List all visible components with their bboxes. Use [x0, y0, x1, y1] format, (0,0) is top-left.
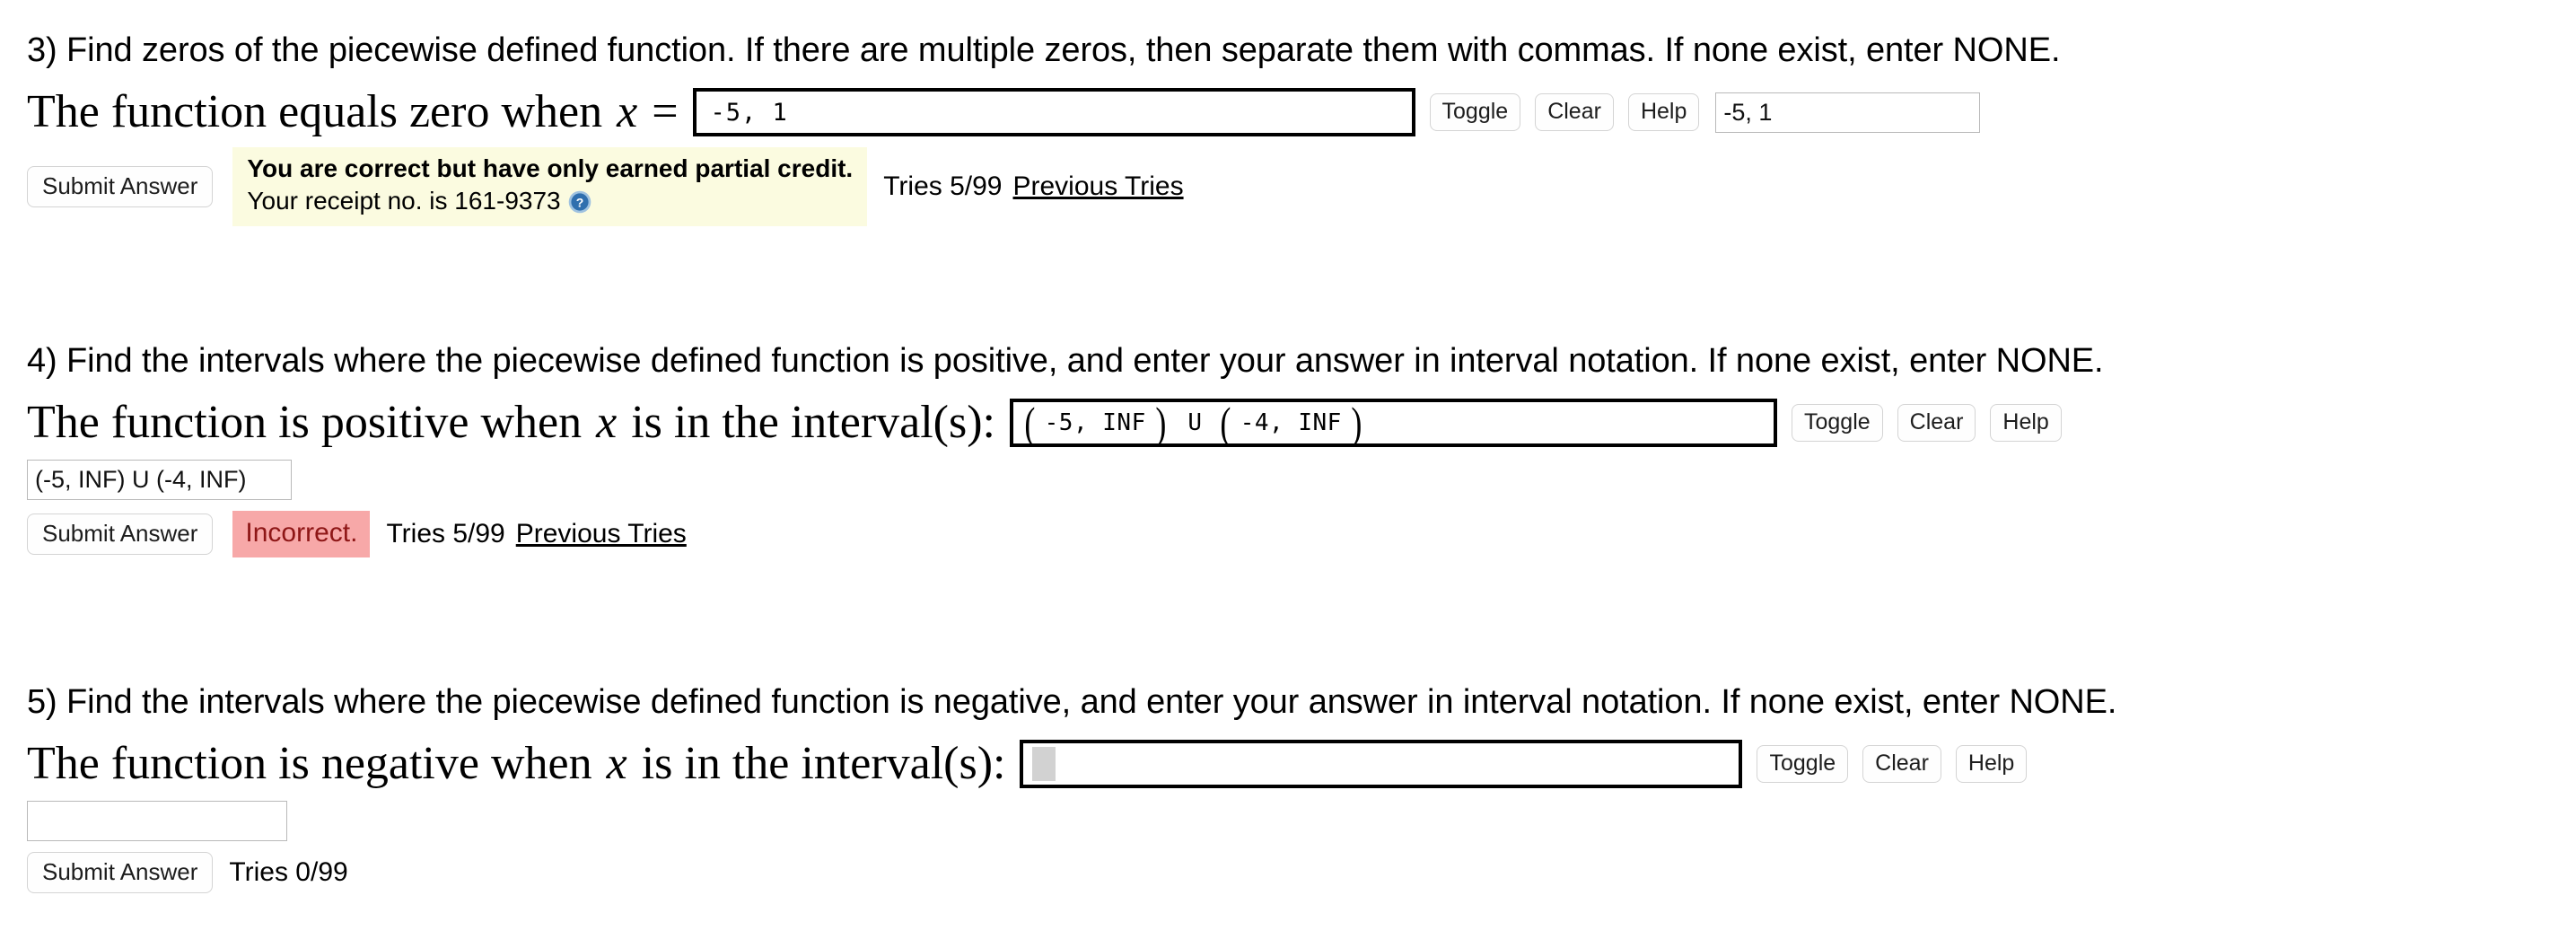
problem-3-toggle-button[interactable]: Toggle — [1429, 93, 1521, 131]
problem-4-math-input[interactable]: ( -5, INF ) U ( -4, INF ) — [1010, 399, 1777, 448]
problem-4-submit-button[interactable]: Submit Answer — [27, 514, 214, 556]
left-paren-icon: ( — [1220, 399, 1231, 448]
problem-4-clear-button[interactable]: Clear — [1897, 404, 1976, 442]
problem-3-echo-input[interactable] — [1715, 92, 1981, 133]
problem-5-echo-row — [0, 801, 2576, 842]
problem-5-statement: 5) Find the intervals where the piecewis… — [27, 683, 2117, 721]
problem-5-prompt-prefix: The function is negative when — [27, 738, 592, 790]
problem-3-prompt-suffix: = — [652, 86, 679, 138]
help-circle-icon[interactable]: ? — [568, 189, 591, 214]
problem-3-clear-button[interactable]: Clear — [1535, 93, 1614, 131]
problem-3-feedback-receipt: Your receipt no. is 161-9373 ? — [247, 185, 853, 217]
problem-3-previous-tries-link[interactable]: Previous Tries — [1013, 171, 1184, 202]
text-cursor-icon — [1032, 747, 1056, 782]
problem-5-submit-row: Submit Answer Tries 0/99 — [0, 852, 2576, 894]
problem-5-prompt: The function is negative when x is in th… — [27, 741, 1020, 787]
problem-5-prompt-suffix: is in the interval(s): — [641, 738, 1006, 790]
right-paren-icon: ) — [1351, 399, 1362, 448]
problem-4-prompt-prefix: The function is positive when — [27, 397, 583, 449]
problem-5-prompt-variable: x — [606, 738, 627, 790]
svg-text:?: ? — [575, 195, 583, 209]
problem-3-feedback-headline: You are correct but have only earned par… — [247, 154, 854, 183]
problem-4-toggle-button[interactable]: Toggle — [1792, 404, 1883, 442]
problem-3-math-input-value: -5, 1 — [710, 98, 788, 127]
problem-3-submit-button[interactable]: Submit Answer — [27, 165, 214, 207]
problem-3-statement: 3) Find zeros of the piecewise defined f… — [27, 31, 2061, 69]
problem-5-answer-row: The function is negative when x is in th… — [0, 740, 2576, 789]
problem-3-prompt-variable: x — [617, 86, 638, 138]
problem-4-tries-count: Tries 5/99 — [386, 519, 505, 549]
homework-page: 3) Find zeros of the piecewise defined f… — [0, 0, 2576, 948]
problem-3-receipt-text: Your receipt no. is 161-9373 — [247, 186, 561, 215]
problem-5-help-button[interactable]: Help — [1955, 745, 2028, 783]
left-paren-icon: ( — [1024, 399, 1036, 448]
problem-5: 5) Find the intervals where the piecewis… — [0, 682, 2576, 894]
problem-3-feedback-box: You are correct but have only earned par… — [232, 147, 868, 226]
problem-4-echo-input[interactable] — [27, 460, 292, 501]
problem-4-prompt-suffix: is in the interval(s): — [631, 397, 995, 449]
problem-4-echo-row — [0, 460, 2576, 501]
problem-5-tries-count: Tries 0/99 — [229, 857, 348, 888]
problem-4-feedback-text: Incorrect. — [245, 518, 358, 549]
problem-5-toggle-button[interactable]: Toggle — [1757, 745, 1849, 783]
problem-3-answer-row: The function equals zero when x = -5, 1 … — [0, 88, 2576, 137]
problem-4-interval-1-value: -5, INF — [1044, 409, 1146, 437]
problem-4-interval-2-value: -4, INF — [1240, 409, 1342, 437]
problem-3-prompt: The function equals zero when x = — [27, 89, 693, 136]
problem-4-previous-tries-link[interactable]: Previous Tries — [516, 519, 687, 549]
problem-4-prompt-variable: x — [596, 397, 618, 449]
problem-4-interval-group-1: ( -5, INF ) — [1022, 399, 1168, 448]
problem-5-echo-input[interactable] — [27, 801, 287, 842]
problem-4-feedback-badge: Incorrect. — [232, 511, 371, 558]
problem-4-help-button[interactable]: Help — [1990, 404, 2062, 442]
problem-3-math-input[interactable]: -5, 1 — [692, 88, 1415, 137]
problem-5-clear-button[interactable]: Clear — [1862, 745, 1941, 783]
problem-4-statement: 4) Find the intervals where the piecewis… — [27, 342, 2104, 380]
problem-3-tries-count: Tries 5/99 — [883, 171, 1003, 201]
problem-4-interval-group-2: ( -4, INF ) — [1218, 399, 1363, 448]
problem-4-answer-row: The function is positive when x is in th… — [0, 399, 2576, 448]
problem-5-math-input[interactable] — [1020, 740, 1743, 789]
problem-3-prompt-prefix: The function equals zero when — [27, 86, 603, 138]
right-paren-icon: ) — [1155, 399, 1167, 448]
problem-3: 3) Find zeros of the piecewise defined f… — [0, 31, 2576, 226]
problem-5-submit-button[interactable]: Submit Answer — [27, 852, 214, 894]
problem-3-submit-row: Submit Answer You are correct but have o… — [0, 147, 2576, 226]
problem-3-help-button[interactable]: Help — [1627, 93, 1700, 131]
problem-4-submit-row: Submit Answer Incorrect. Tries 5/99 Prev… — [0, 511, 2576, 558]
problem-4-prompt: The function is positive when x is in th… — [27, 399, 1010, 446]
problem-4-union-operator: U — [1187, 409, 1203, 437]
problem-4: 4) Find the intervals where the piecewis… — [0, 341, 2576, 558]
